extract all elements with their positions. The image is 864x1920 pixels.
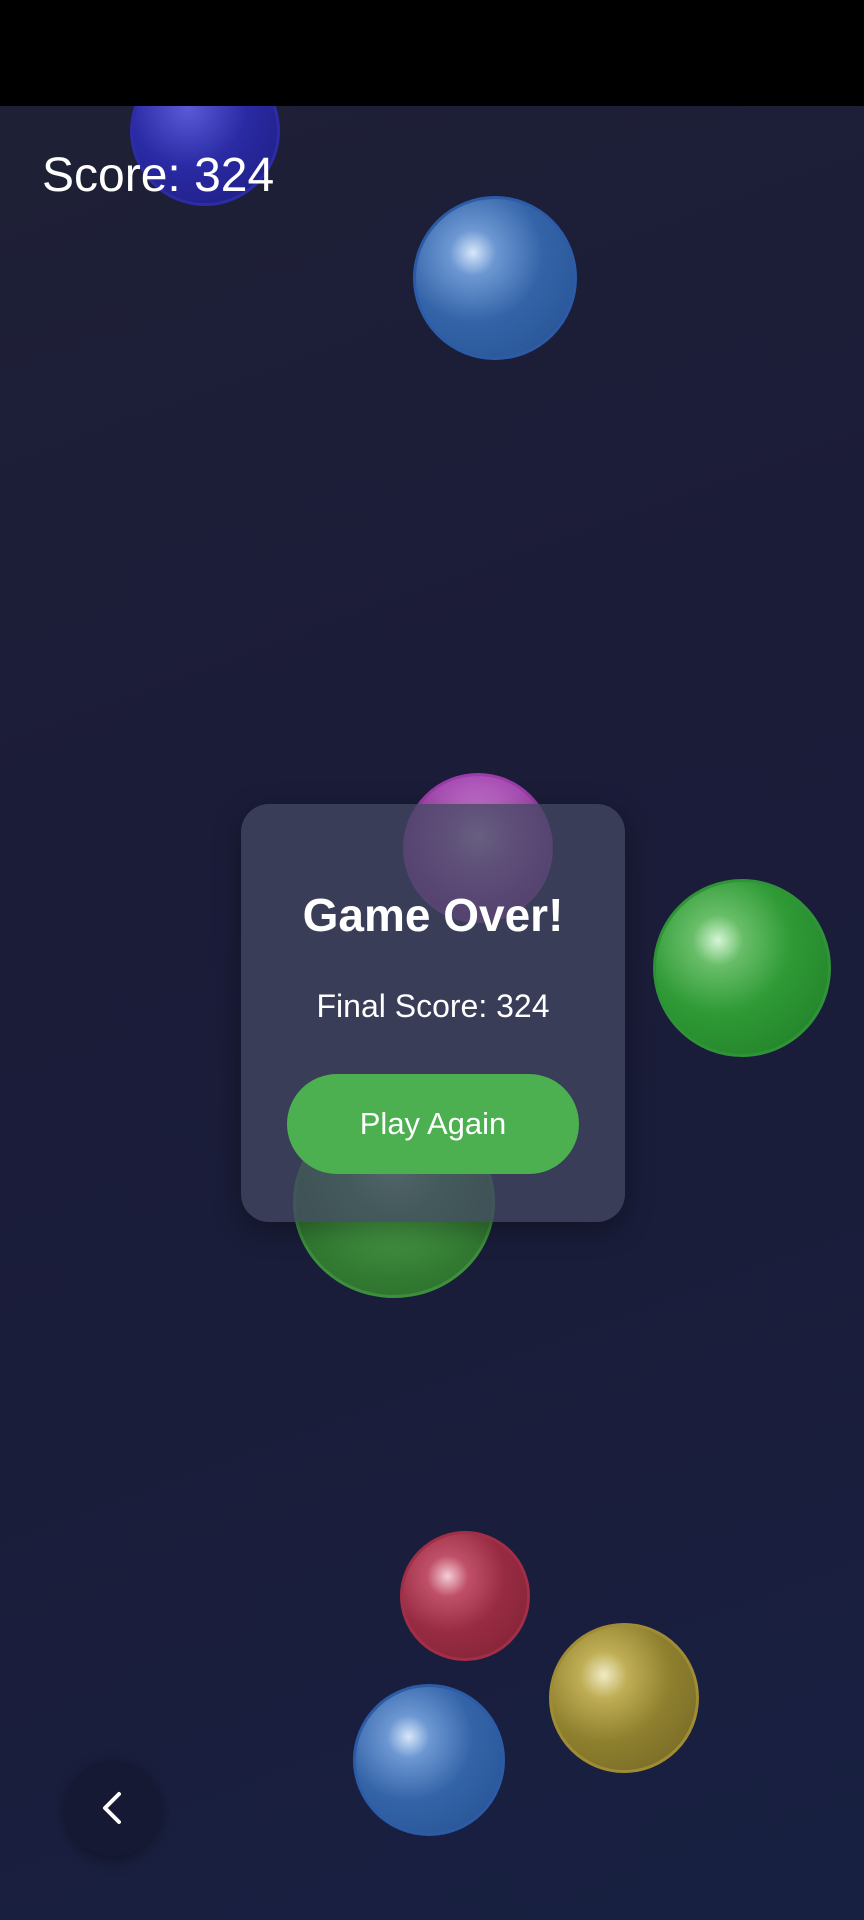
bubble-green[interactable] [653,879,831,1057]
bubble-blue[interactable] [413,196,577,360]
chevron-left-icon [103,1792,121,1824]
back-button[interactable] [65,1760,161,1856]
bubble-blue[interactable] [353,1684,505,1836]
play-again-button[interactable]: Play Again [287,1074,579,1174]
final-score-text: Final Score: 324 [316,988,550,1024]
dialog-title: Game Over! [302,889,564,941]
status-bar [0,0,864,106]
game-over-dialog: Game Over! Final Score: 324 Play Again [241,804,625,1222]
score-display: Score: 324 [42,149,275,202]
game-playfield[interactable]: Score: 324 Game Over! Final Score: 324 P… [0,106,864,1920]
bubble-gold[interactable] [549,1623,699,1773]
bubble-red[interactable] [400,1531,530,1661]
